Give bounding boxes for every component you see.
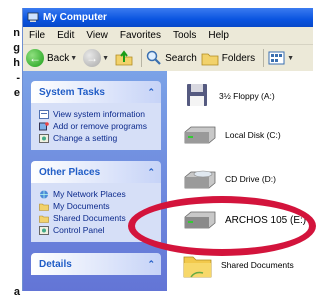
toolbar: ← Back ▼ → ▼ Search Folders ▼ (23, 45, 313, 72)
collapse-chevron-icon[interactable]: ⌃ (147, 167, 155, 178)
task-change-setting[interactable]: Change a setting (39, 132, 157, 144)
side-text-line: e (13, 87, 20, 99)
place-my-network-places[interactable]: My Network Places (39, 188, 157, 200)
place-label: Control Panel (53, 225, 105, 235)
search-button[interactable]: Search (146, 50, 197, 66)
search-label: Search (165, 52, 197, 64)
menu-favorites[interactable]: Favorites (114, 30, 167, 41)
drive-label: 3½ Floppy (A:) (219, 91, 275, 101)
title-bar[interactable]: My Computer (23, 8, 313, 27)
toolbar-separator (141, 49, 143, 67)
back-arrow-icon: ← (26, 49, 44, 67)
folders-icon (201, 53, 219, 66)
side-text-line: n (13, 27, 20, 39)
back-label: Back (47, 52, 70, 64)
up-folder-icon (115, 50, 133, 66)
panel-header[interactable]: Details ⌃ (31, 253, 161, 275)
cd-drive-icon (184, 170, 216, 189)
folder-icon (39, 203, 49, 211)
drive-item-floppy[interactable]: 3½ Floppy (A:) (183, 83, 275, 109)
task-view-system-information[interactable]: View system information (39, 108, 157, 120)
computer-icon (27, 12, 39, 22)
menu-file[interactable]: File (23, 30, 51, 41)
folder-icon (39, 215, 49, 223)
folders-button[interactable]: Folders (201, 50, 255, 66)
panel-title: Other Places (39, 166, 101, 178)
network-places-icon (40, 190, 48, 198)
place-label: Shared Documents (53, 213, 126, 223)
control-panel-icon (39, 133, 49, 143)
folders-label: Folders (221, 52, 256, 64)
menu-edit[interactable]: Edit (51, 30, 80, 41)
chevron-down-icon: ▼ (102, 54, 110, 62)
panel-header[interactable]: Other Places ⌃ (31, 161, 161, 183)
control-panel-icon (39, 225, 49, 235)
task-label: Change a setting (53, 133, 118, 143)
forward-arrow-icon: → (83, 49, 102, 67)
details-panel: Details ⌃ (31, 253, 161, 275)
system-tasks-panel: System Tasks ⌃ View system information A… (31, 81, 161, 150)
system-info-icon (39, 109, 49, 119)
chevron-down-icon: ▼ (70, 54, 78, 62)
task-label: Add or remove programs (53, 121, 148, 131)
collapse-chevron-icon[interactable]: ⌃ (147, 259, 155, 270)
menu-tools[interactable]: Tools (167, 30, 202, 41)
floppy-icon (187, 84, 207, 106)
menu-view[interactable]: View (80, 30, 114, 41)
task-add-remove-programs[interactable]: Add or remove programs (39, 120, 157, 132)
views-button[interactable]: ▼ (268, 50, 296, 66)
toolbar-separator (263, 49, 265, 67)
panel-body: View system information Add or remove pr… (31, 103, 161, 150)
drive-label: Shared Documents (221, 260, 294, 270)
side-text-line: h (13, 57, 20, 69)
panel-header[interactable]: System Tasks ⌃ (31, 81, 161, 103)
up-folder-button[interactable] (115, 50, 133, 66)
side-text-line: a (13, 286, 20, 298)
menu-bar: File Edit View Favorites Tools Help (23, 27, 313, 45)
back-button[interactable]: ← Back ▼ (26, 49, 79, 67)
side-text-line: - (16, 72, 20, 84)
menu-help[interactable]: Help (202, 30, 235, 41)
collapse-chevron-icon[interactable]: ⌃ (147, 87, 155, 98)
drive-list: 3½ Floppy (A:) Local Disk (C:) CD Drive … (167, 71, 313, 291)
chevron-down-icon: ▼ (287, 54, 295, 62)
drive-item-cd[interactable]: CD Drive (D:) (183, 169, 276, 189)
place-label: My Network Places (53, 189, 126, 199)
side-text-line: g (13, 42, 20, 54)
search-icon (146, 50, 161, 65)
task-label: View system information (53, 109, 145, 119)
highlight-ring (128, 196, 316, 256)
panel-title: System Tasks (39, 86, 105, 98)
add-remove-programs-icon (39, 121, 49, 130)
drive-item-local-disk[interactable]: Local Disk (C:) (183, 126, 281, 144)
content-area: System Tasks ⌃ View system information A… (23, 71, 313, 291)
window-title: My Computer (43, 12, 107, 23)
drive-label: CD Drive (D:) (225, 174, 276, 184)
place-label: My Documents (53, 201, 110, 211)
forward-button[interactable]: → ▼ (83, 49, 111, 67)
task-pane: System Tasks ⌃ View system information A… (23, 71, 167, 291)
drive-label: Local Disk (C:) (225, 130, 281, 140)
page-side-text: n g h - e a (0, 26, 20, 298)
hard-disk-icon (184, 126, 216, 144)
views-icon (268, 51, 285, 65)
panel-title: Details (39, 258, 72, 270)
